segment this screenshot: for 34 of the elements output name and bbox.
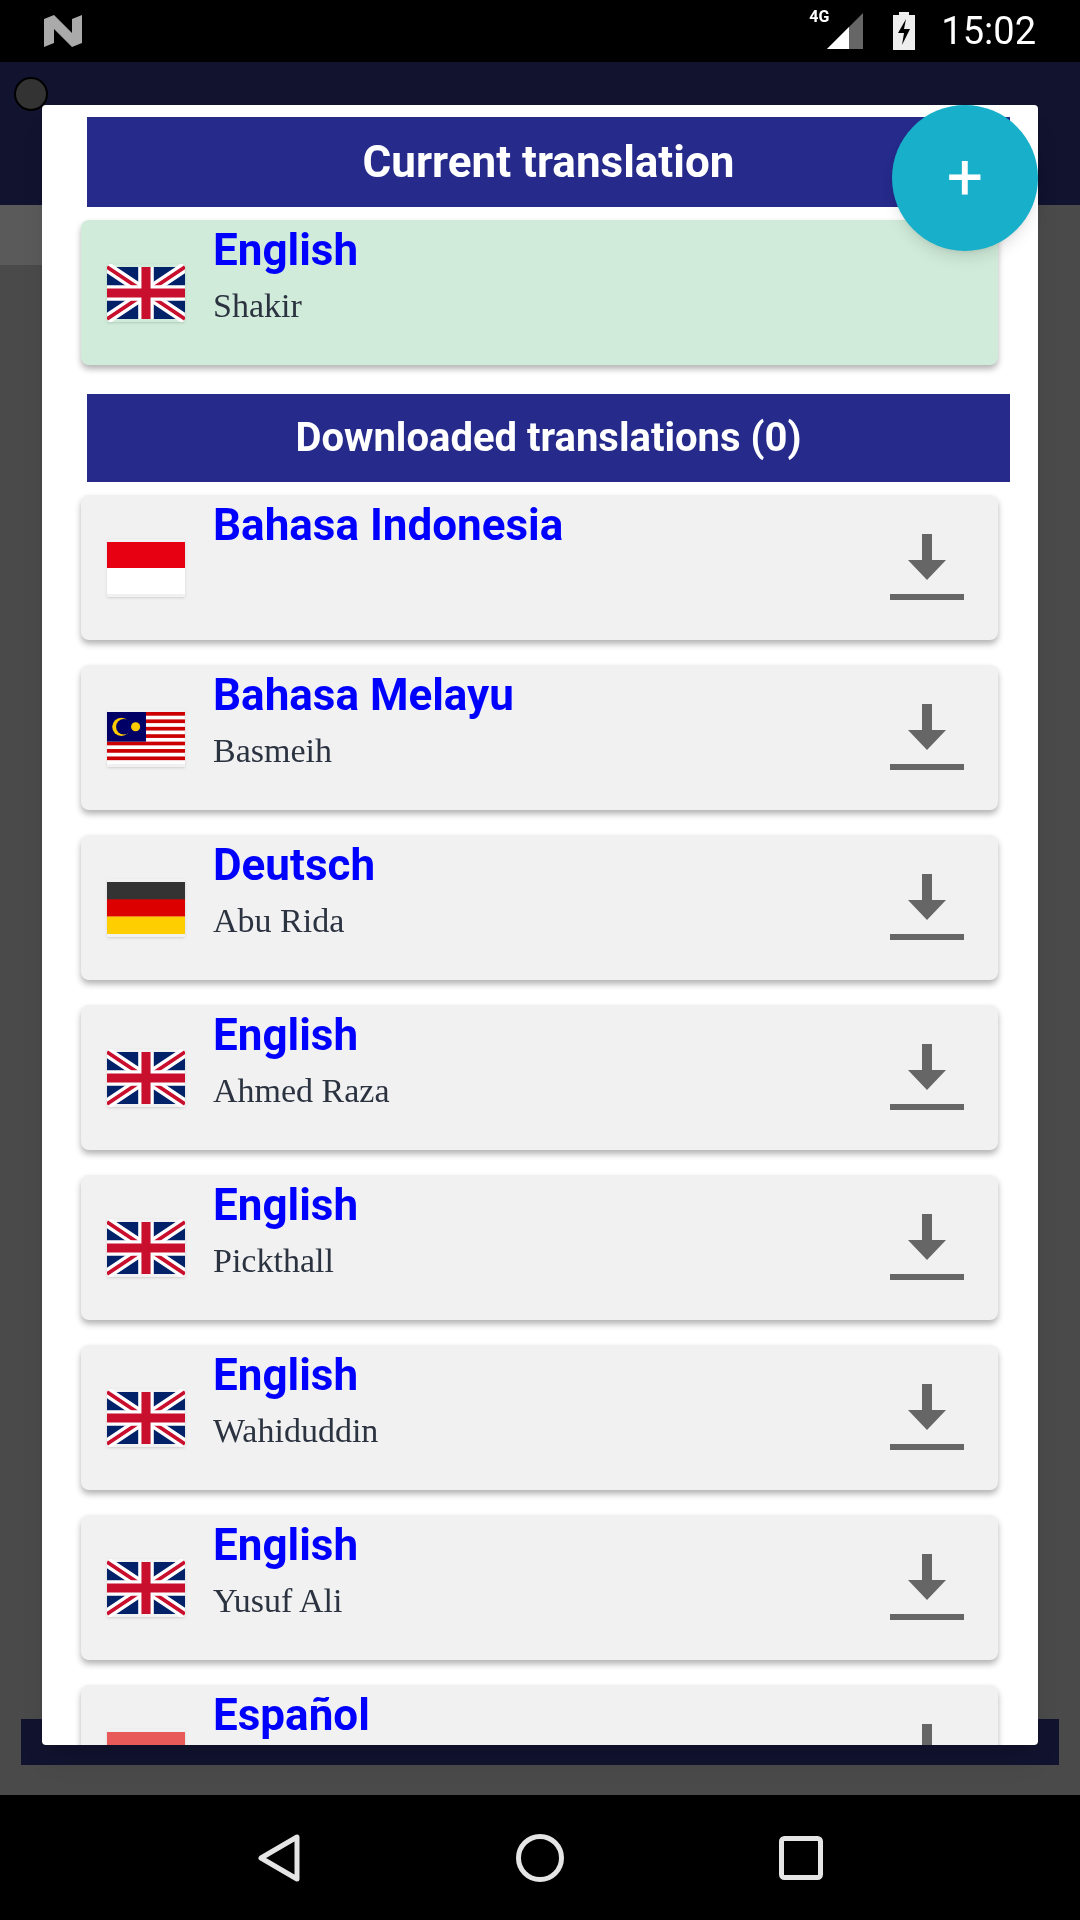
- section-header: Downloaded translations (0): [87, 394, 1010, 482]
- translation-card[interactable]: Bahasa Indonesia: [81, 495, 998, 640]
- battery-charging-icon: [893, 12, 916, 50]
- language-name: Español: [213, 1688, 371, 1743]
- translation-card[interactable]: Bahasa Melayu Basmeih: [81, 665, 998, 810]
- translation-card[interactable]: English Wahiduddin: [81, 1345, 998, 1490]
- language-name: English: [213, 1518, 360, 1573]
- translator-name: Wahiduddin: [213, 1411, 380, 1451]
- translation-card[interactable]: Deutsch Abu Rida: [81, 835, 998, 980]
- translator-name: Shakir: [213, 286, 303, 326]
- recents-icon[interactable]: [779, 1835, 823, 1880]
- translation-card[interactable]: Español: [81, 1685, 998, 1745]
- translation-card[interactable]: English Yusuf Ali: [81, 1515, 998, 1660]
- notification-icon: [44, 15, 82, 47]
- language-name: Deutsch: [213, 838, 377, 893]
- home-icon[interactable]: [515, 1832, 565, 1883]
- translator-name: Pickthall: [213, 1241, 335, 1281]
- translation-card[interactable]: English Shakir: [81, 220, 998, 365]
- translator-name: Yusuf Ali: [213, 1581, 344, 1621]
- translation-card[interactable]: English Pickthall: [81, 1175, 998, 1320]
- language-name: English: [213, 1008, 360, 1063]
- signal-icon: [827, 13, 864, 49]
- back-icon[interactable]: [257, 1832, 301, 1883]
- language-name: English: [213, 223, 360, 278]
- translator-name: Ahmed Raza: [213, 1071, 391, 1111]
- language-name: Bahasa Indonesia: [213, 498, 565, 553]
- language-name: English: [213, 1178, 360, 1233]
- language-name: English: [213, 1348, 360, 1403]
- clock-time: 15:02: [941, 7, 1036, 55]
- translator-name: Abu Rida: [213, 901, 346, 941]
- translator-name: Basmeih: [213, 731, 333, 771]
- translation-card[interactable]: English Ahmed Raza: [81, 1005, 998, 1150]
- language-name: Bahasa Melayu: [213, 668, 515, 723]
- network-type: 4G: [809, 5, 830, 28]
